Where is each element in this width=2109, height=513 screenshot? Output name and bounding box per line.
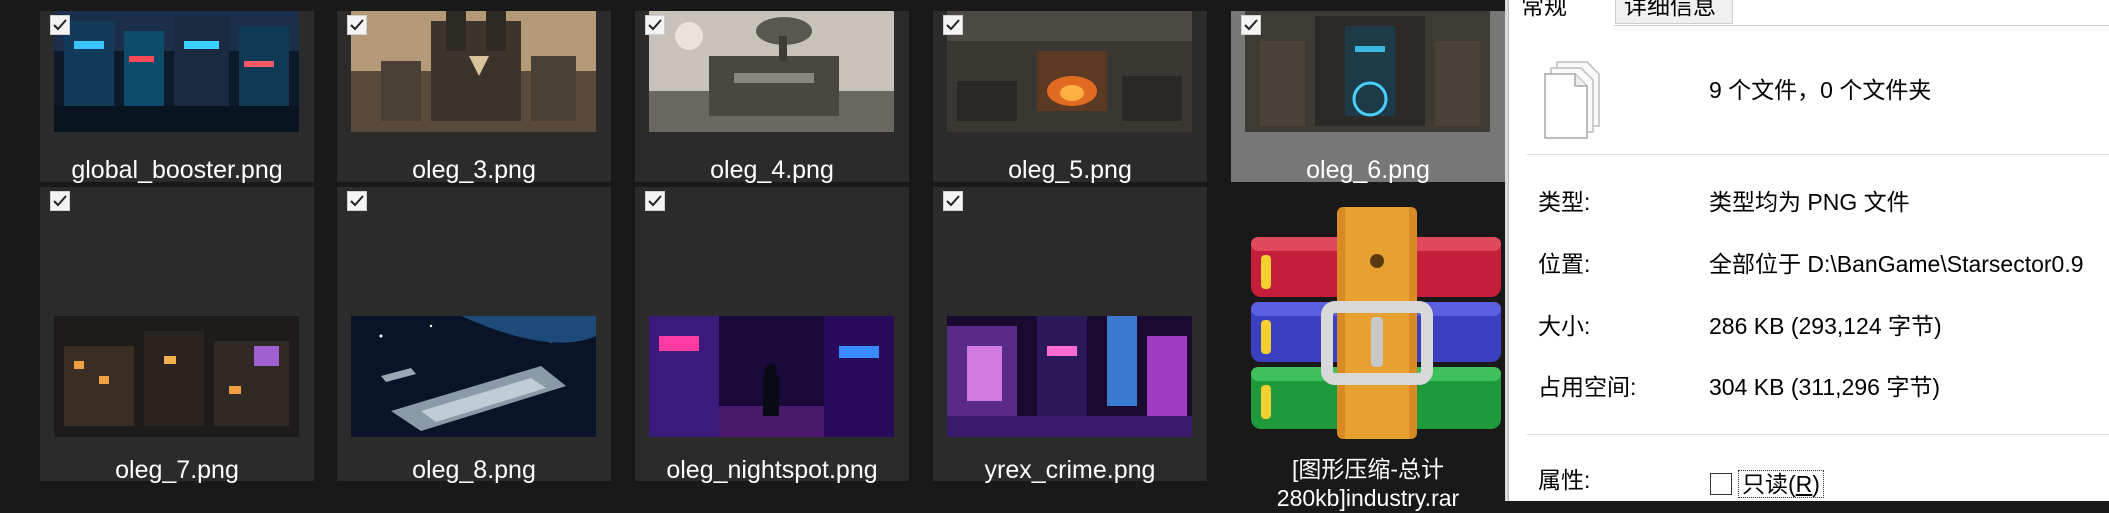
tab-general[interactable]: 常规 bbox=[1513, 0, 1575, 24]
panel-border-line bbox=[1508, 0, 1509, 501]
file-name: oleg_6.png bbox=[1306, 156, 1430, 184]
file-tile-oleg-6[interactable]: oleg_6.png bbox=[1231, 11, 1505, 184]
thumbnail-oleg-7 bbox=[54, 316, 299, 437]
location-value: 全部位于 D:\BanGame\Starsector0.9 bbox=[1709, 251, 2084, 277]
disk-size-value: 304 KB (311,296 字节) bbox=[1709, 374, 1940, 400]
readonly-label[interactable]: 只读(R) bbox=[1738, 470, 1824, 498]
file-tile-oleg-8[interactable]: oleg_8.png bbox=[337, 187, 611, 484]
attributes-label: 属性: bbox=[1538, 467, 1591, 493]
file-checkbox[interactable] bbox=[1241, 15, 1261, 35]
thumbnail-yrex-crime bbox=[947, 316, 1192, 437]
location-label: 位置: bbox=[1538, 251, 1591, 277]
file-tile-oleg-7[interactable]: oleg_7.png bbox=[40, 187, 314, 484]
tab-bar: 常规 详细信息 bbox=[1509, 0, 2109, 26]
file-tile-oleg-5[interactable]: oleg_5.png bbox=[933, 11, 1207, 184]
file-grid: global_booster.png oleg_3.png oleg_4.png… bbox=[0, 0, 1505, 511]
file-checkbox[interactable] bbox=[50, 191, 70, 211]
file-name: yrex_crime.png bbox=[984, 456, 1156, 484]
thumbnail-oleg-3 bbox=[351, 11, 596, 132]
disk-size-label: 占用空间: bbox=[1538, 374, 1637, 400]
file-tile-yrex-crime[interactable]: yrex_crime.png bbox=[933, 187, 1207, 484]
multiple-files-icon bbox=[1543, 60, 1605, 140]
file-tile-archive[interactable]: [图形压缩-总计280kb]industry.rar bbox=[1231, 187, 1505, 511]
file-name: oleg_nightspot.png bbox=[666, 456, 878, 484]
readonly-checkbox[interactable] bbox=[1710, 473, 1732, 495]
file-checkbox[interactable] bbox=[943, 15, 963, 35]
thumbnail-oleg-5 bbox=[947, 11, 1192, 132]
file-name: oleg_8.png bbox=[412, 456, 536, 484]
file-checkbox[interactable] bbox=[645, 15, 665, 35]
file-checkbox[interactable] bbox=[50, 15, 70, 35]
file-name: oleg_4.png bbox=[710, 156, 834, 184]
thumbnail-oleg-4 bbox=[649, 11, 894, 132]
tab-divider bbox=[1614, 25, 2109, 26]
selection-summary: 9 个文件，0 个文件夹 bbox=[1709, 77, 1932, 103]
thumbnail-oleg-nightspot bbox=[649, 316, 894, 437]
size-label: 大小: bbox=[1538, 313, 1591, 339]
thumbnail-oleg-6 bbox=[1245, 11, 1490, 132]
tab-details[interactable]: 详细信息 bbox=[1615, 0, 1733, 24]
file-name: oleg_3.png bbox=[412, 156, 536, 184]
file-tile-global-booster[interactable]: global_booster.png bbox=[40, 11, 314, 184]
archive-file-name: [图形压缩-总计280kb]industry.rar bbox=[1276, 456, 1460, 511]
separator bbox=[1527, 434, 2109, 435]
file-name: global_booster.png bbox=[71, 156, 283, 184]
type-value: 类型均为 PNG 文件 bbox=[1709, 189, 1910, 215]
file-name: oleg_5.png bbox=[1008, 156, 1132, 184]
readonly-access-key: R bbox=[1795, 471, 1813, 497]
size-value: 286 KB (293,124 字节) bbox=[1709, 313, 1942, 339]
thumbnail-oleg-8 bbox=[351, 316, 596, 437]
properties-panel: 常规 详细信息 9 个文件，0 个文件夹 类型: 类型均为 PNG 文件 位置:… bbox=[1505, 0, 2109, 501]
separator bbox=[1527, 154, 2109, 155]
file-checkbox[interactable] bbox=[943, 191, 963, 211]
file-checkbox[interactable] bbox=[347, 15, 367, 35]
readonly-text: 只读( bbox=[1742, 471, 1796, 497]
file-tile-oleg-nightspot[interactable]: oleg_nightspot.png bbox=[635, 187, 909, 484]
readonly-close: ) bbox=[1812, 471, 1820, 497]
file-name: oleg_7.png bbox=[115, 456, 239, 484]
file-checkbox[interactable] bbox=[347, 191, 367, 211]
file-checkbox[interactable] bbox=[645, 191, 665, 211]
file-tile-oleg-3[interactable]: oleg_3.png bbox=[337, 11, 611, 184]
type-label: 类型: bbox=[1538, 189, 1591, 215]
thumbnail-global-booster bbox=[54, 11, 299, 132]
winrar-archive-icon bbox=[1245, 207, 1505, 439]
file-tile-oleg-4[interactable]: oleg_4.png bbox=[635, 11, 909, 184]
